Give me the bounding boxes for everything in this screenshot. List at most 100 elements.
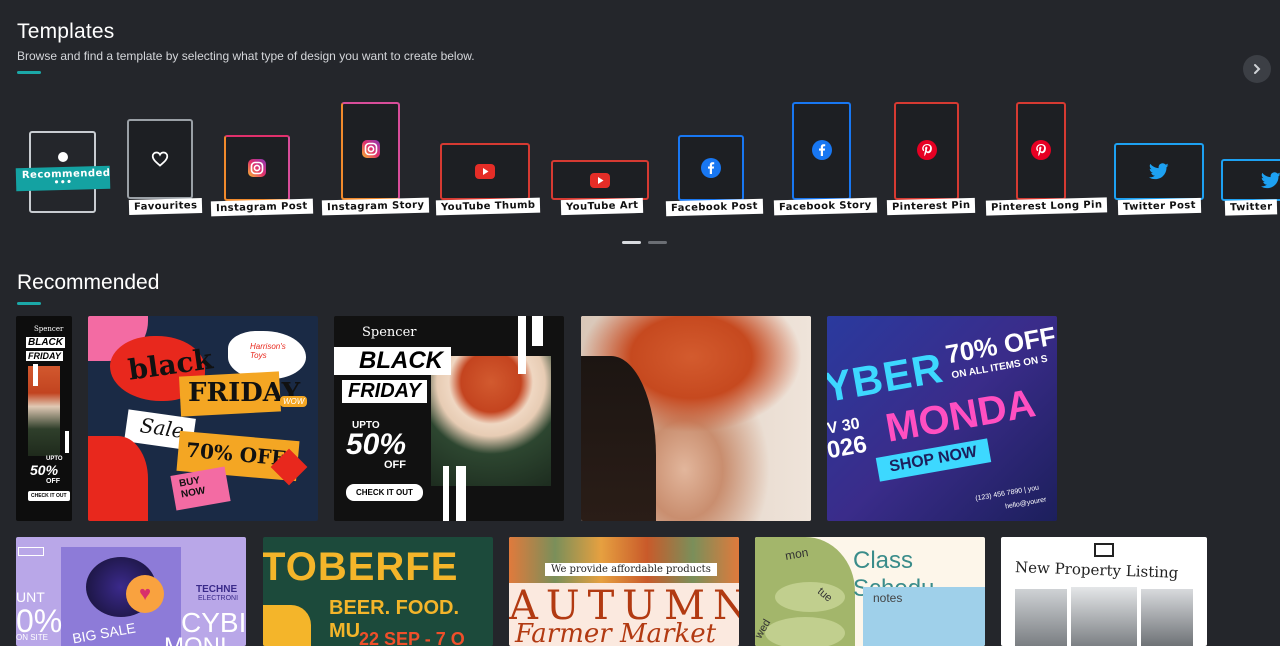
recommended-underline [17, 302, 41, 305]
page-subtitle: Browse and find a template by selecting … [17, 49, 475, 63]
template-card[interactable]: YBER 70% OFF ON ALL ITEMS ON S V 30 026 … [827, 316, 1057, 521]
card-text: ELECTRONI [198, 595, 239, 602]
template-card[interactable]: Spencer BLACK FRIDAY UPTO 50% OFF CHECK … [334, 316, 564, 521]
instagram-icon [246, 157, 268, 179]
template-card[interactable] [581, 316, 811, 521]
carousel-pagination [622, 241, 667, 244]
card-text: We provide affordable products [545, 563, 717, 576]
template-card[interactable]: ♥ UNT 0% ON SITE BIG SALE TECHNE ELECTRO… [16, 537, 246, 646]
instagram-icon [360, 138, 382, 160]
house-icon [1094, 543, 1114, 557]
template-youtube-thumb-label: YouTube Thumb [435, 197, 541, 216]
card-headline: BLACK [334, 347, 451, 375]
card-leaves [509, 537, 739, 583]
card-headline: FRIDAY [342, 380, 427, 403]
template-facebook-post-label: Facebook Post [665, 198, 764, 217]
heart-icon: ♥ [126, 575, 164, 613]
template-twitter-post[interactable]: Twitter Post [1114, 143, 1205, 216]
template-recommended-label: Recommended ••• [15, 165, 111, 192]
card-text: notes [873, 591, 903, 605]
template-recommended[interactable]: Recommended ••• [15, 131, 111, 213]
card-text: MONI [164, 633, 227, 646]
card-shape [775, 582, 845, 612]
card-shape [765, 617, 845, 646]
card-photo [431, 356, 551, 486]
template-card[interactable]: TOBERFE BEER. FOOD. MU 22 SEP - 7 O [263, 537, 493, 646]
card-stripe [456, 466, 466, 521]
card-off: OFF [46, 478, 60, 485]
template-instagram-story-label: Instagram Story [321, 197, 430, 216]
carousel-dot[interactable] [622, 241, 641, 244]
template-card[interactable]: New Property Listing [1001, 537, 1207, 646]
recommended-title: Recommended [17, 271, 160, 294]
card-brand: Spencer [34, 325, 64, 333]
card-shape [88, 436, 148, 521]
card-text: 22 SEP - 7 O [359, 629, 465, 646]
template-card[interactable]: mon tue wed Class Schedu notes [755, 537, 985, 646]
template-favourites-label: Favourites [128, 198, 203, 215]
card-headline: FRIDAY [26, 351, 63, 361]
carousel-dot[interactable] [648, 241, 667, 244]
youtube-icon [475, 164, 495, 179]
template-pinterest-long-pin-label: Pinterest Long Pin [985, 197, 1108, 216]
card-text: ON SITE [16, 633, 49, 642]
card-shape [18, 547, 44, 556]
template-twitter-post-label: Twitter Post [1117, 197, 1202, 216]
twitter-icon [1149, 163, 1169, 180]
facebook-icon [811, 140, 832, 160]
card-headline: BLACK [26, 337, 65, 348]
title-underline [17, 71, 41, 74]
template-twitter-label: Twitter [1224, 199, 1278, 216]
facebook-icon [701, 158, 721, 178]
template-facebook-post[interactable]: Facebook Post [665, 135, 764, 217]
card-text: TECHNE [196, 584, 238, 595]
template-card[interactable]: Spencer BLACK FRIDAY UPTO 50% OFF CHECK … [16, 316, 72, 521]
heart-icon [151, 151, 169, 167]
card-photo [1015, 589, 1067, 646]
template-card[interactable]: We provide affordable products AUTUMN Fa… [509, 537, 739, 646]
card-photo [1141, 589, 1193, 646]
template-youtube-art[interactable]: YouTube Art [551, 160, 650, 216]
template-facebook-story-label: Facebook Story [773, 197, 877, 216]
template-instagram-post[interactable]: Instagram Post [210, 135, 313, 217]
card-text: Farmer Market [515, 619, 717, 646]
card-off: OFF [384, 459, 406, 471]
template-twitter[interactable]: Twitter [1221, 159, 1280, 216]
template-youtube-art-label: YouTube Art [560, 197, 644, 216]
card-text: TOBERFE [263, 545, 459, 589]
template-facebook-story[interactable]: Facebook Story [773, 102, 877, 216]
card-text: New Property Listing [1014, 558, 1179, 582]
card-stripe [532, 316, 543, 346]
card-stripe [518, 316, 526, 374]
pinterest-icon [916, 140, 937, 160]
star-icon [57, 152, 68, 162]
template-pinterest-pin-label: Pinterest Pin [886, 197, 976, 216]
template-instagram-story[interactable]: Instagram Story [321, 102, 430, 216]
card-text: 026 [827, 430, 870, 465]
card-text: WOW [280, 396, 308, 407]
template-card[interactable]: black Harrison's Toys FRIDAY WOW Sale 70… [88, 316, 318, 521]
card-brand: Spencer [362, 325, 417, 340]
card-stripe [33, 364, 38, 386]
card-brand: Harrison's Toys [250, 342, 286, 360]
card-text: hello@yourer [1004, 496, 1048, 511]
card-cta: CHECK IT OUT [346, 484, 423, 501]
template-pinterest-long-pin[interactable]: Pinterest Long Pin [985, 102, 1108, 216]
card-shape [263, 605, 311, 646]
carousel-next-button[interactable] [1243, 55, 1271, 83]
template-youtube-thumb[interactable]: YouTube Thumb [435, 143, 541, 216]
chevron-right-icon [1254, 64, 1261, 74]
card-stripe [443, 466, 449, 521]
twitter-icon [1261, 171, 1280, 188]
page-title: Templates [17, 20, 115, 43]
template-favourites[interactable]: Favourites [127, 119, 203, 215]
template-instagram-post-label: Instagram Post [210, 198, 313, 217]
card-stripe [65, 431, 69, 453]
card-cta: CHECK IT OUT [28, 491, 70, 501]
card-percent: 50% [30, 462, 59, 478]
youtube-icon [590, 172, 610, 188]
card-percent: 50% [346, 428, 407, 461]
template-pinterest-pin[interactable]: Pinterest Pin [886, 102, 976, 216]
pinterest-icon [1031, 140, 1051, 160]
card-photo [1071, 587, 1137, 646]
